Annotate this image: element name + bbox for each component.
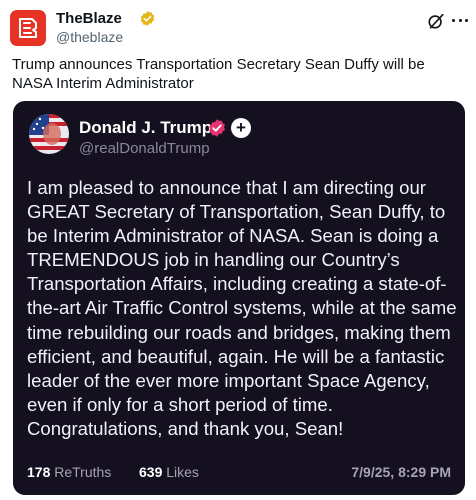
author-handle[interactable]: @theblaze <box>56 29 123 46</box>
card-author-name[interactable]: Donald J. Trump <box>79 118 212 138</box>
theblaze-avatar[interactable] <box>10 10 46 46</box>
retruths-count: 178 <box>27 464 51 480</box>
likes-label: Likes <box>166 464 199 480</box>
card-author-handle[interactable]: @realDonaldTrump <box>79 140 210 158</box>
more-dot <box>452 18 455 22</box>
post-header: TheBlaze @theblaze <box>10 8 468 48</box>
grok-icon[interactable] <box>427 12 445 30</box>
theblaze-logo-icon <box>19 18 37 38</box>
post-text: Trump announces Transportation Secretary… <box>12 56 425 92</box>
likes-count: 639 <box>139 464 163 480</box>
more-dot <box>465 18 468 22</box>
retruths-stat[interactable]: 178 ReTruths <box>27 462 111 482</box>
card-footer: 178 ReTruths 639 Likes 7/9/25, 8:29 PM <box>27 462 451 482</box>
author-name[interactable]: TheBlaze <box>56 10 122 28</box>
trump-avatar[interactable] <box>29 114 69 154</box>
embedded-truth-card[interactable]: Donald J. Trump + @realDonaldTrump I am … <box>13 101 465 495</box>
card-body-text: I am pleased to announce that I am direc… <box>27 177 457 439</box>
likes-stat[interactable]: 639 Likes <box>139 462 199 482</box>
more-icon[interactable] <box>452 10 468 30</box>
verified-badge-icon <box>209 119 225 137</box>
verified-gold-badge-icon <box>140 11 155 26</box>
flag-portrait-avatar-icon <box>29 114 69 154</box>
follow-button[interactable]: + <box>231 118 251 138</box>
card-timestamp: 7/9/25, 8:29 PM <box>351 464 451 480</box>
retruths-label: ReTruths <box>54 464 112 480</box>
more-dot <box>458 18 462 22</box>
